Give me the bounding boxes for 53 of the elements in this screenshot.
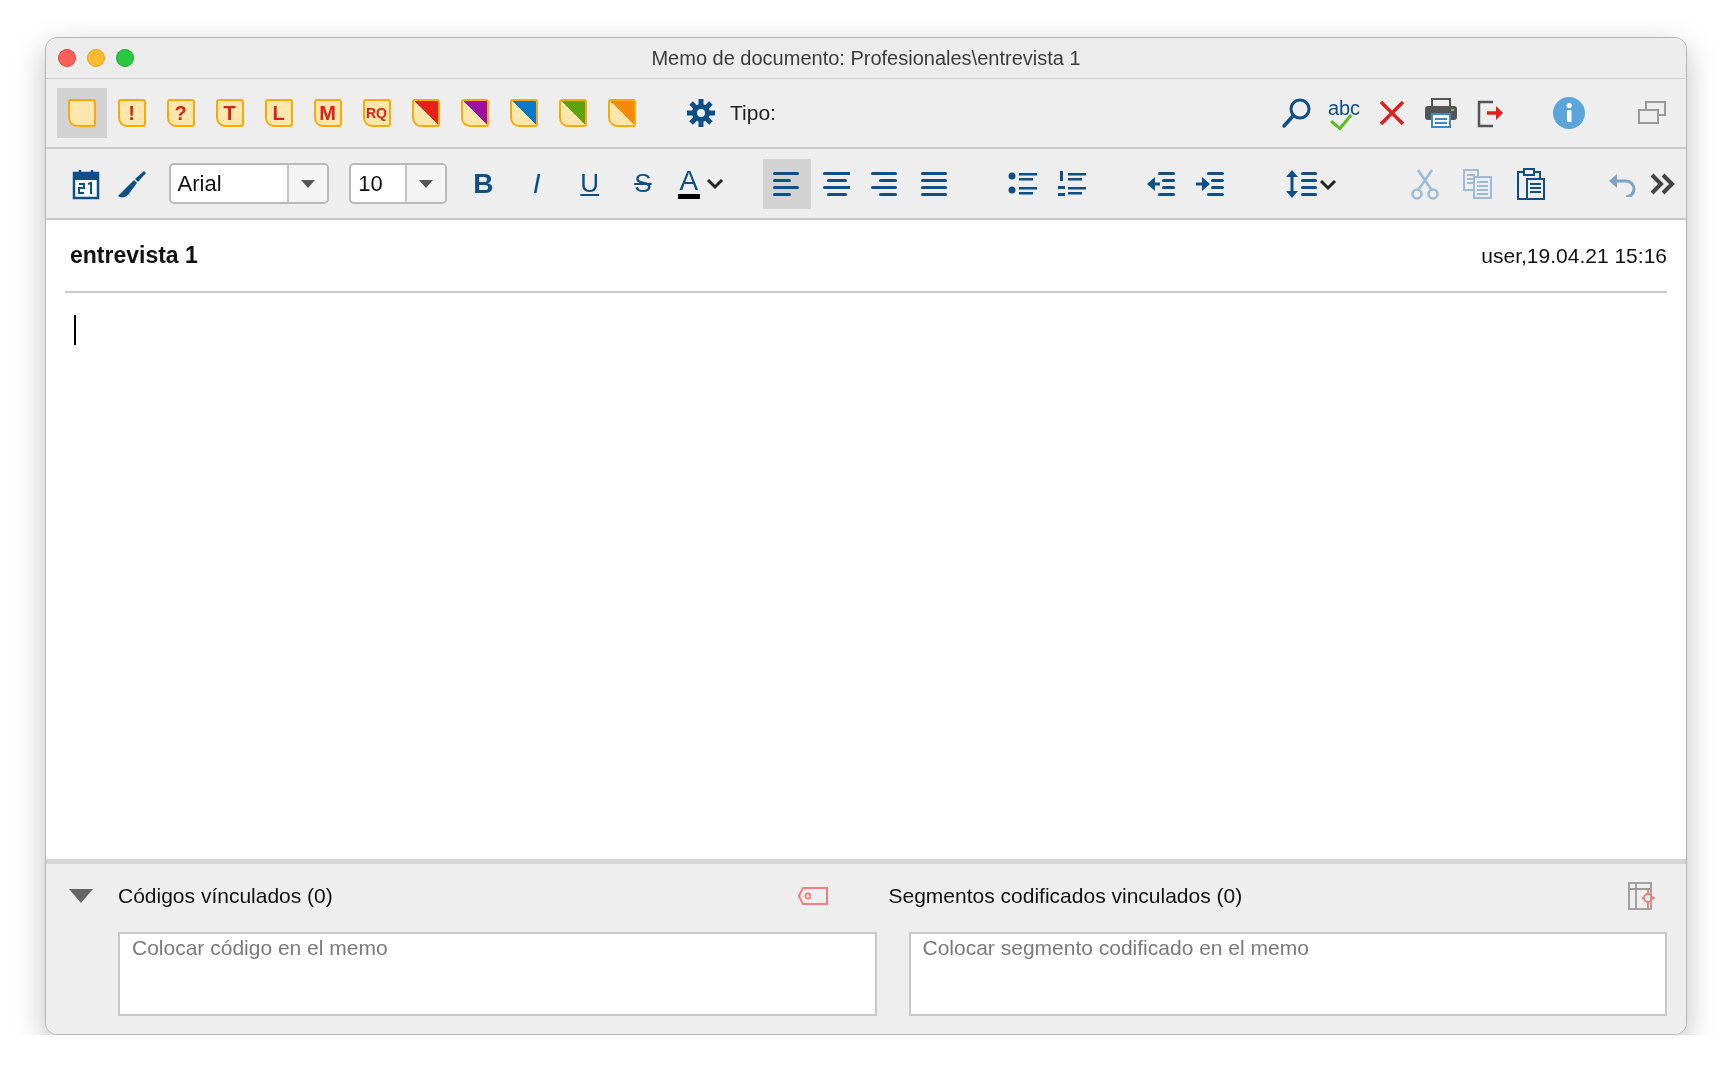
note-icon <box>313 99 342 127</box>
font-size-dropdown[interactable]: 10 <box>349 163 447 204</box>
note-icon <box>166 99 195 127</box>
left-align-icon <box>772 170 801 197</box>
memo-type-button[interactable]: RQ <box>352 88 401 138</box>
italic-button[interactable]: I <box>509 158 564 209</box>
delete-icon <box>1377 99 1406 127</box>
copy-icon <box>1462 167 1495 200</box>
center-align-icon <box>822 170 851 197</box>
close-window-button[interactable] <box>58 49 76 67</box>
memo-type-button[interactable]: M <box>303 88 352 138</box>
font-dropdown[interactable]: Arial <box>168 163 330 204</box>
justify-align-icon <box>920 170 949 197</box>
note-icon <box>117 99 146 127</box>
memo-title: entrevista 1 <box>70 242 198 269</box>
scissors-icon <box>1409 167 1440 200</box>
linked-codes-title: Códigos vínculados (0) <box>118 884 334 908</box>
left-align-button[interactable] <box>762 158 811 209</box>
memo-type-button[interactable]: T <box>205 88 254 138</box>
brush-icon <box>116 168 147 199</box>
memo-author-date: user,19.04.21 15:16 <box>1481 243 1667 268</box>
code-tag-icon <box>796 886 829 906</box>
info-icon <box>1551 96 1586 130</box>
caret-icon <box>706 177 725 190</box>
linked-codes-field[interactable]: Colocar código en el memo <box>118 932 877 1016</box>
memo-type-button[interactable]: L <box>254 88 303 138</box>
coded-segments-icon <box>1627 881 1657 911</box>
note-icon <box>215 99 244 127</box>
text-cursor <box>74 315 76 345</box>
paste-icon <box>1516 166 1547 201</box>
strike-button[interactable]: S <box>616 158 670 209</box>
search-icon <box>1280 97 1313 129</box>
printer-icon <box>1423 97 1458 129</box>
memo-type-button[interactable]: ! <box>107 88 156 138</box>
type-label: Tipo: <box>730 101 776 125</box>
linked-segments-title: Segmentos codificados vinculados (0) <box>888 884 1244 908</box>
right-align-icon <box>871 170 900 197</box>
text-color-button[interactable]: A <box>677 158 725 209</box>
underline-button[interactable]: U <box>563 158 617 209</box>
linked-segments-field[interactable]: Colocar segmento codificado en el memo <box>908 932 1667 1016</box>
increase-indent-icon <box>1195 169 1225 198</box>
memo-type-button[interactable]: ? <box>156 88 205 138</box>
decrease-indent-icon <box>1145 169 1176 198</box>
note-icon <box>362 99 391 127</box>
bold-button[interactable]: B <box>456 158 510 209</box>
note-icon <box>68 99 96 127</box>
note-icon <box>264 99 293 127</box>
numbered-list-icon <box>1057 169 1088 198</box>
restore-window-icon <box>1636 100 1667 126</box>
window-title: Memo de documento: Profesionales\entrevista 1 <box>651 46 1081 69</box>
calendar-icon <box>71 167 100 200</box>
spellcheck-button[interactable]: abc <box>1321 97 1367 129</box>
settings-icon <box>686 98 716 128</box>
